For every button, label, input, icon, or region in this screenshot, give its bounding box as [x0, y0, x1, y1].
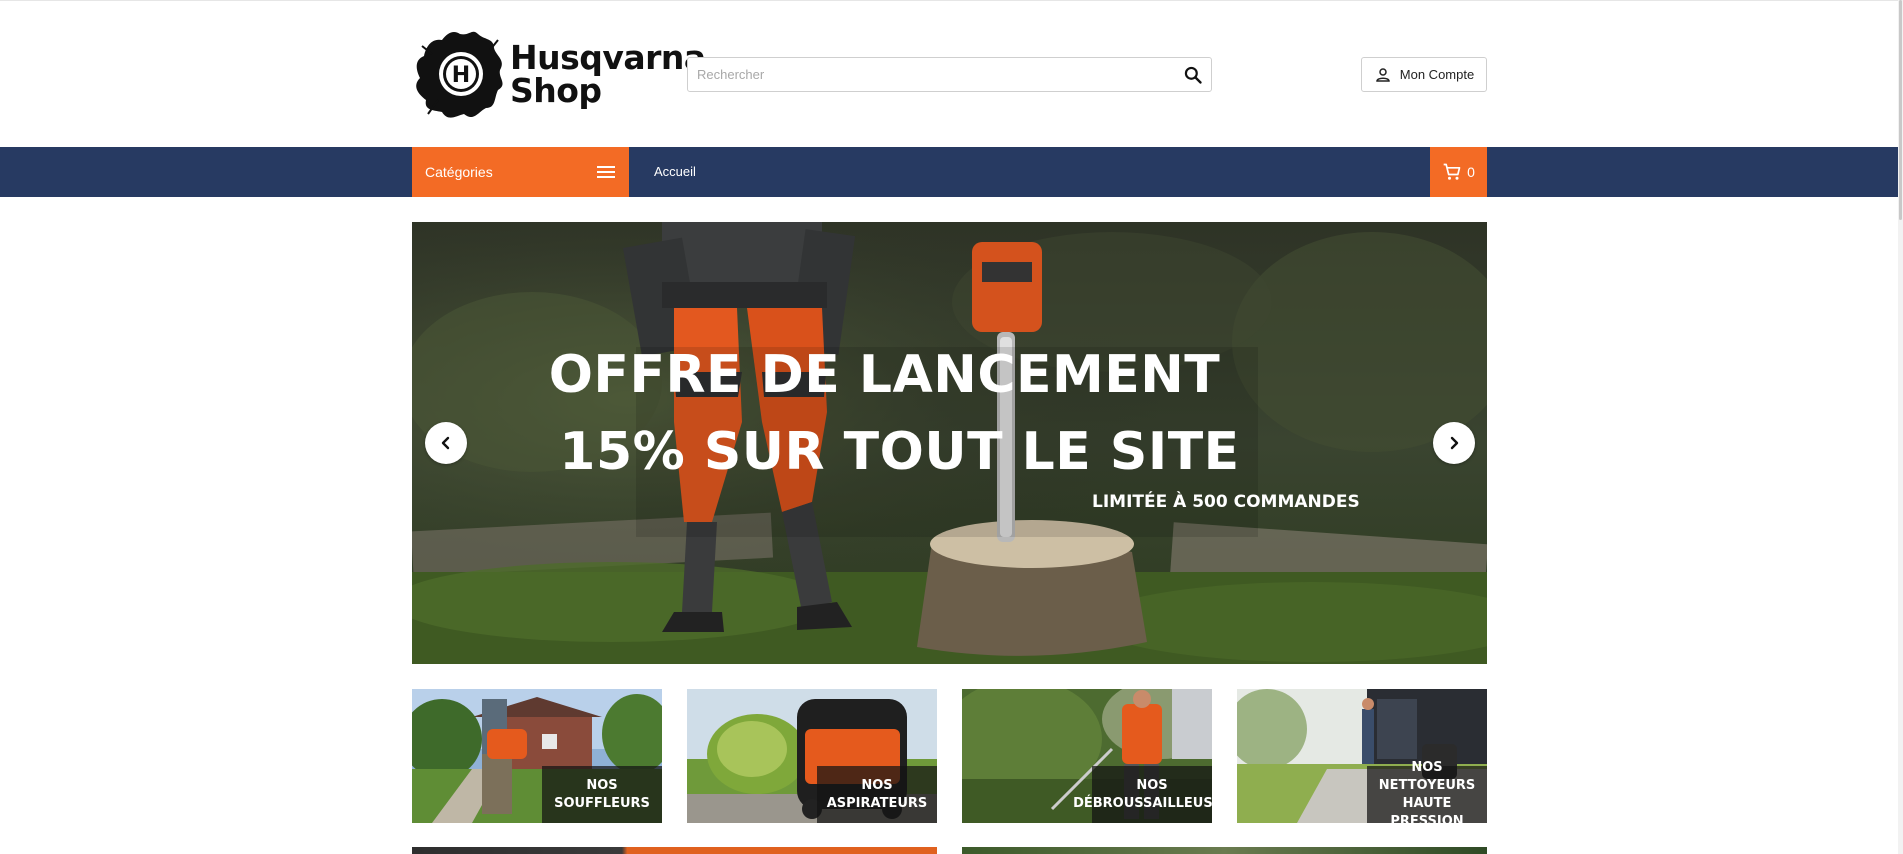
carousel-prev-button[interactable] [425, 422, 467, 464]
brand-line-1: Husqvarna [510, 38, 706, 77]
category-label-line-1: NOS [586, 777, 618, 793]
user-icon [1376, 67, 1390, 82]
categories-button[interactable]: Catégories [412, 147, 629, 197]
search-icon[interactable] [1183, 65, 1203, 85]
category-tile-nettoyeurs[interactable]: NOS NETTOYEURS HAUTE PRESSION [1237, 689, 1487, 823]
site-header: H Husqvarna Shop Mon Compte [0, 0, 1898, 147]
husqvarna-logo-icon: H [416, 31, 503, 118]
chevron-left-icon [441, 436, 450, 450]
hero-offer: 15% SUR TOUT LE SITE [559, 422, 1240, 482]
search-input[interactable] [688, 58, 1158, 91]
categories-label: Catégories [425, 164, 493, 180]
account-button[interactable]: Mon Compte [1361, 57, 1487, 92]
hero-subtitle: LIMITÉE À 500 COMMANDES [1092, 492, 1360, 512]
brand-logo[interactable]: H Husqvarna Shop [412, 26, 706, 122]
chevron-right-icon [1450, 436, 1459, 450]
category-tile-debroussailleuses[interactable]: NOS DÉBROUSSAILLEUSES [962, 689, 1212, 823]
logo-letter: H [452, 63, 470, 88]
main-navbar: Catégories Accueil 0 [0, 147, 1898, 197]
carousel-next-button[interactable] [1433, 422, 1475, 464]
category-label: NOS SOUFFLEURS [542, 766, 662, 823]
category-tile-aspirateurs[interactable]: NOS ASPIRATEURS [687, 689, 937, 823]
cart-icon [1443, 163, 1461, 180]
category-label-line-1: NOS [1136, 777, 1168, 793]
category-label-line-2: ASPIRATEURS [826, 795, 928, 811]
category-label-line-1: NOS [861, 777, 893, 793]
cart-count: 0 [1467, 164, 1475, 180]
menu-icon [597, 166, 615, 178]
nav-link-home[interactable]: Accueil [654, 147, 696, 197]
brand-line-2: Shop [510, 71, 602, 110]
category-label: NOS ASPIRATEURS [817, 766, 937, 823]
category-tile-souffleurs[interactable]: NOS SOUFFLEURS [412, 689, 662, 823]
hero-title: OFFRE DE LANCEMENT [548, 345, 1221, 405]
category-label-line-2: HAUTE PRESSION [1390, 795, 1464, 824]
promo-banner-left[interactable] [412, 847, 937, 854]
hero-carousel: OFFRE DE LANCEMENT 15% SUR TOUT LE SITE … [412, 222, 1487, 664]
category-label-line-2: SOUFFLEURS [554, 795, 650, 811]
search-box [687, 57, 1212, 92]
category-label: NOS DÉBROUSSAILLEUSES [1073, 766, 1212, 823]
page-scrollbar[interactable] [1898, 0, 1903, 854]
category-label-line-2: DÉBROUSSAILLEUSES [1073, 795, 1212, 811]
account-label: Mon Compte [1399, 67, 1475, 82]
promo-banner-right[interactable] [962, 847, 1487, 854]
category-label: NOS NETTOYEURS HAUTE PRESSION [1367, 760, 1487, 824]
category-label-line-1: NOS NETTOYEURS [1378, 759, 1476, 793]
brand-name: Husqvarna Shop [510, 41, 706, 107]
scrollbar-thumb[interactable] [1899, 0, 1902, 220]
cart-button[interactable]: 0 [1430, 147, 1487, 197]
